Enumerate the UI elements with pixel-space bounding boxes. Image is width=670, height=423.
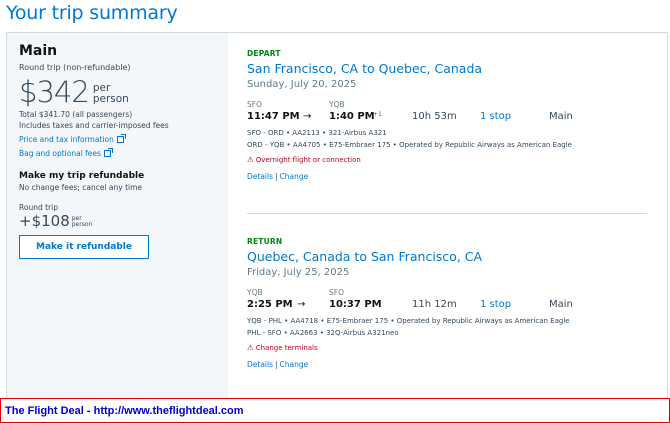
- return-origin-code: YQB: [247, 288, 263, 297]
- depart-times-row: 11:47 PM → 1:40 PM +1 10h 53m 1 stop Mai…: [247, 111, 647, 125]
- price-per-line2: person: [92, 93, 129, 105]
- return-airport-codes: YQB SFO: [247, 288, 647, 298]
- price-per-person: $342: [19, 75, 90, 109]
- depart-change-link[interactable]: Change: [280, 172, 309, 181]
- depart-duration: 10h 53m: [412, 111, 457, 122]
- return-label: RETURN: [247, 237, 283, 246]
- trip-summary-card: Main Round trip (non-refundable) $342 pe…: [6, 32, 668, 398]
- refund-price: +$108: [19, 212, 70, 230]
- return-segment: RETURN Quebec, Canada to San Francisco, …: [247, 237, 647, 369]
- depart-route: San Francisco, CA to Quebec, Canada: [247, 61, 483, 76]
- itinerary-panel: DEPART San Francisco, CA to Quebec, Cana…: [247, 33, 667, 398]
- depart-warning-text: Overnight flight or connection: [255, 155, 361, 164]
- return-leg-1: YQB - PHL • AA4718 • E75-Embraer 175 • O…: [247, 317, 570, 325]
- fare-name: Main: [19, 43, 58, 59]
- external-link-icon: [103, 148, 113, 157]
- return-date: Friday, July 25, 2025: [247, 267, 350, 278]
- return-duration: 11h 12m: [412, 299, 457, 310]
- return-stops-link[interactable]: 1 stop: [480, 299, 511, 310]
- depart-segment: DEPART San Francisco, CA to Quebec, Cana…: [247, 49, 647, 181]
- return-leg-2: PHL - SFO • AA2663 • 32Q-Airbus A321neo: [247, 329, 399, 337]
- depart-departure-time: 11:47 PM: [247, 111, 300, 122]
- depart-actions: Details | Change: [247, 172, 309, 181]
- bag-fees-label: Bag and optional fees: [19, 149, 101, 158]
- price-per-label: per person: [93, 83, 129, 105]
- depart-label: DEPART: [247, 49, 281, 58]
- return-change-link[interactable]: Change: [280, 360, 309, 369]
- refund-title: Make my trip refundable: [19, 171, 145, 181]
- return-arrival-time: 10:37 PM: [329, 299, 382, 310]
- taxes-note: Includes taxes and carrier-imposed fees: [19, 121, 169, 130]
- fare-type: Round trip (non-refundable): [19, 63, 131, 72]
- price-row: $342 per person: [19, 76, 216, 108]
- fare-summary-panel: Main Round trip (non-refundable) $342 pe…: [7, 33, 228, 398]
- depart-date: Sunday, July 20, 2025: [247, 79, 357, 90]
- return-actions: Details | Change: [247, 360, 309, 369]
- page-title: Your trip summary: [6, 2, 178, 24]
- total-price: Total $341.70 (all passengers): [19, 110, 133, 119]
- return-departure-time: 2:25 PM: [247, 299, 293, 310]
- depart-leg-2: ORD - YQB • AA4705 • E75-Embraer 175 • O…: [247, 141, 572, 149]
- refund-price-row: +$108 per person: [19, 213, 216, 229]
- return-warning: ⚠ Change terminals: [247, 343, 647, 352]
- depart-cabin: Main: [549, 111, 573, 122]
- arrow-right-icon: →: [297, 299, 306, 310]
- depart-warning: ⚠ Overnight flight or connection: [247, 155, 647, 164]
- return-route: Quebec, Canada to San Francisco, CA: [247, 249, 483, 264]
- arrow-right-icon: →: [303, 111, 312, 122]
- depart-arrival-time: 1:40 PM: [329, 111, 375, 122]
- return-warning-text: Change terminals: [255, 343, 318, 352]
- bag-fees-link[interactable]: Bag and optional fees: [19, 148, 216, 158]
- return-times-row: 2:25 PM → 10:37 PM 11h 12m 1 stop Main: [247, 299, 647, 313]
- return-cabin: Main: [549, 299, 573, 310]
- return-destination-code: SFO: [329, 288, 344, 297]
- price-tax-info-label: Price and tax information: [19, 135, 114, 144]
- external-link-icon: [116, 134, 126, 143]
- depart-origin-code: SFO: [247, 100, 262, 109]
- refund-per-line2: person: [71, 221, 93, 228]
- warning-triangle-icon: ⚠: [247, 155, 254, 164]
- depart-destination-code: YQB: [329, 100, 345, 109]
- segment-divider: [247, 213, 647, 214]
- depart-stops-link[interactable]: 1 stop: [480, 111, 511, 122]
- make-refundable-button[interactable]: Make it refundable: [19, 235, 149, 259]
- price-tax-info-link[interactable]: Price and tax information: [19, 134, 216, 144]
- refund-roundtrip-label: Round trip: [19, 203, 58, 212]
- warning-triangle-icon: ⚠: [247, 343, 254, 352]
- next-day-indicator: +1: [373, 111, 382, 118]
- flight-deal-banner: The Flight Deal - http://www.theflightde…: [0, 398, 670, 423]
- depart-details-link[interactable]: Details: [247, 172, 273, 181]
- depart-airport-codes: SFO YQB: [247, 100, 647, 110]
- banner-text: The Flight Deal - http://www.theflightde…: [5, 405, 244, 417]
- depart-leg-1: SFO - ORD • AA2113 • 321-Airbus A321: [247, 129, 387, 137]
- refund-per-label: per person: [72, 216, 93, 228]
- refund-subtitle: No change fees; cancel any time: [19, 183, 143, 192]
- return-details-link[interactable]: Details: [247, 360, 273, 369]
